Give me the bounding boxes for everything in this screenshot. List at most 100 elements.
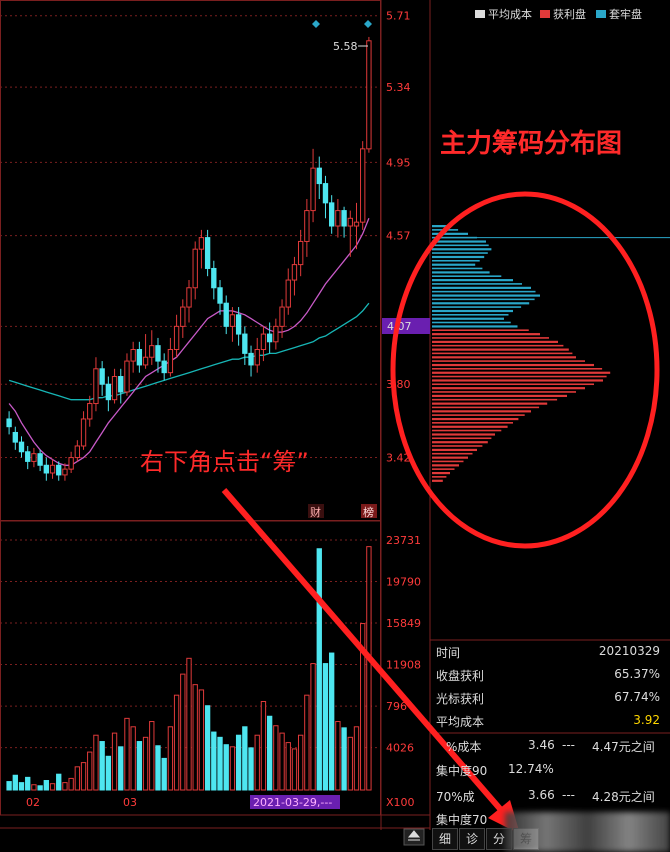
volume-bar — [211, 731, 217, 791]
stat-value: 3.92 — [633, 713, 660, 727]
candle-body — [31, 453, 37, 462]
chip-bar — [432, 267, 483, 270]
volume-bar — [192, 684, 198, 791]
conc-label: 集中度90 — [436, 764, 488, 778]
volume-bar — [366, 546, 372, 791]
stat-value: 20210329 — [598, 644, 660, 658]
chip-bar — [432, 445, 483, 447]
candle-body — [335, 210, 341, 227]
conc-low: 3.66 — [528, 788, 555, 802]
candle-body — [285, 279, 291, 308]
volume-bar — [229, 746, 236, 791]
volume-bar — [310, 663, 316, 791]
chip-bar — [432, 406, 540, 409]
stat-key: 平均成本 — [436, 715, 485, 729]
price-tick-label: 4.95 — [386, 156, 411, 169]
candle-body — [304, 210, 310, 242]
volume-tick-label: 4026 — [386, 742, 414, 755]
candle-body — [248, 352, 254, 366]
candle-body — [273, 325, 279, 343]
candle-body — [161, 360, 167, 374]
candle-body — [130, 349, 136, 362]
volume-bar — [62, 782, 68, 791]
legend-trapped: 套牢盘 — [609, 7, 642, 21]
volume-bar — [304, 694, 310, 791]
chip-bar — [432, 414, 525, 416]
price-tick-label: 5.34 — [386, 81, 411, 94]
volume-bar — [49, 783, 56, 791]
finance-marker-label: 财 — [310, 505, 321, 519]
candle-body — [341, 210, 347, 227]
volume-bar — [149, 721, 155, 791]
chip-bar — [432, 240, 486, 243]
chip-bar — [432, 429, 502, 432]
candle-body — [329, 202, 335, 227]
concentration-row-70-range: 70%成 3.66 --- 4.28元之间 — [436, 785, 670, 807]
candle-body — [6, 418, 12, 428]
volume-bar — [118, 746, 124, 791]
candle-body — [167, 349, 174, 374]
volume-bar — [68, 777, 74, 791]
chip-bar — [432, 279, 513, 282]
chip-bar — [432, 302, 530, 305]
candle-body — [198, 237, 205, 250]
chip-bar — [432, 371, 611, 374]
chip-bar — [432, 456, 468, 459]
chip-bar — [432, 352, 573, 355]
volume-bar — [291, 748, 298, 791]
candle-body — [124, 360, 130, 393]
volume-bar — [173, 694, 180, 791]
conc-low: 3.46 — [528, 738, 555, 752]
candle-body — [266, 333, 273, 343]
candle-body — [254, 349, 260, 366]
candle-body — [37, 453, 43, 466]
candle-body — [242, 333, 248, 354]
annotation-title: 主力筹码分布图 — [440, 128, 622, 159]
volume-bar — [56, 773, 62, 791]
date-highlight-label: 2021-03-29,--- — [253, 796, 332, 809]
conc-dash: --- — [562, 738, 575, 752]
volume-bar — [347, 736, 353, 791]
volume-bar — [99, 741, 105, 791]
chip-bar — [432, 387, 585, 390]
chip-bar — [432, 329, 529, 332]
candle-body — [192, 248, 198, 289]
chip-bar — [432, 479, 443, 482]
chip-bar — [432, 283, 522, 285]
volume-bar — [297, 734, 304, 791]
chip-bar — [432, 402, 548, 405]
legend-avg-cost: 平均成本 — [488, 7, 532, 21]
price-axis: 5.715.344.954.574.13.803.42 — [386, 10, 411, 465]
candle-body — [297, 240, 304, 266]
month-label-03: 03 — [123, 796, 137, 809]
chip-bar — [432, 398, 558, 401]
concentration-row-90: 集中度90 12.74% — [436, 759, 670, 781]
volume-bar — [180, 673, 186, 791]
chip-bar — [432, 360, 585, 362]
month-label-02: 02 — [26, 796, 40, 809]
volume-bar — [43, 780, 49, 791]
candle-body — [211, 267, 217, 289]
chip-bar — [432, 306, 522, 308]
candle-body — [279, 306, 285, 327]
volume-bar — [6, 781, 12, 791]
chip-bar — [432, 259, 480, 262]
chip-bar — [432, 460, 464, 463]
volume-tick-label: 23731 — [386, 534, 421, 547]
candle-body — [99, 368, 105, 385]
conc-label: 70%成 — [436, 790, 475, 804]
chip-bar — [432, 271, 490, 274]
legend-swatch-trapped — [596, 10, 606, 18]
chip-legend: 平均成本 获利盘 套牢盘 — [475, 7, 642, 21]
chip-bar — [432, 471, 450, 475]
volume-bar — [341, 727, 347, 791]
volume-bar — [217, 736, 223, 791]
volume-bar — [248, 747, 254, 791]
highlight-ellipse — [390, 191, 660, 549]
tab-detail[interactable]: 细 — [432, 828, 458, 850]
chip-bar — [432, 391, 576, 393]
candle-body — [142, 356, 149, 366]
candle-body — [235, 314, 242, 335]
tab-diagnose[interactable]: 诊 — [459, 828, 485, 850]
volume-bar — [279, 732, 285, 791]
